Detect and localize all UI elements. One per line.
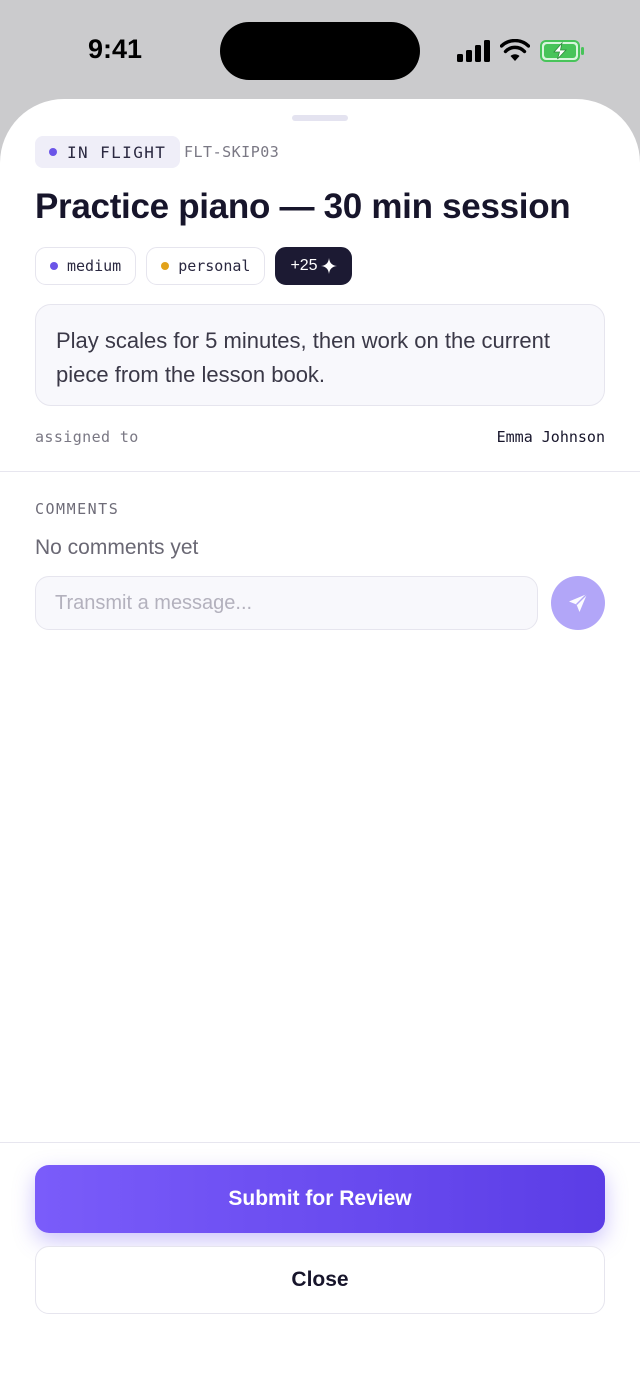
battery-charging-icon bbox=[540, 40, 584, 62]
tag-label: medium bbox=[67, 257, 122, 275]
wifi-icon bbox=[500, 39, 530, 61]
tag-list: medium personal +25 bbox=[35, 247, 352, 285]
section-divider bbox=[0, 471, 640, 472]
task-description: Play scales for 5 minutes, then work on … bbox=[35, 304, 605, 406]
status-time: 9:41 bbox=[88, 34, 143, 64]
comment-input[interactable] bbox=[35, 576, 538, 630]
status-badge: IN FLIGHT bbox=[35, 136, 181, 168]
send-icon bbox=[569, 593, 588, 612]
comments-heading: COMMENTS bbox=[35, 500, 120, 518]
status-dot bbox=[49, 148, 57, 156]
points-value: +25 bbox=[290, 257, 318, 274]
status-bar: 9:41 bbox=[0, 0, 640, 100]
footer-divider bbox=[0, 1142, 640, 1143]
sparkle-icon bbox=[320, 258, 337, 274]
dynamic-island bbox=[220, 22, 420, 80]
sheet-grabber[interactable] bbox=[292, 115, 348, 121]
status-label: IN FLIGHT bbox=[67, 142, 167, 162]
signal-icon bbox=[457, 40, 490, 62]
send-button[interactable] bbox=[551, 576, 605, 630]
submit-for-review-button[interactable]: Submit for Review bbox=[35, 1165, 605, 1233]
points-badge: +25 bbox=[275, 247, 352, 285]
tag-category: personal bbox=[146, 247, 266, 285]
tag-difficulty: medium bbox=[35, 247, 137, 285]
task-title: Practice piano — 30 min session bbox=[35, 187, 571, 226]
tag-dot bbox=[50, 262, 58, 270]
tag-label: personal bbox=[178, 257, 251, 275]
tag-dot bbox=[161, 262, 170, 270]
task-detail-sheet: IN FLIGHT FLT-SKIP03 Practice piano — 30… bbox=[0, 99, 640, 1391]
no-comments-text: No comments yet bbox=[35, 536, 199, 559]
flight-id: FLT-SKIP03 bbox=[184, 143, 280, 161]
close-button[interactable]: Close bbox=[35, 1246, 605, 1314]
assignee-name: Emma Johnson bbox=[496, 428, 605, 446]
assigned-to-label: assigned to bbox=[35, 428, 139, 446]
